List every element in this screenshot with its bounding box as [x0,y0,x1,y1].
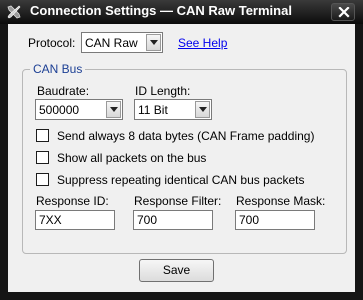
response-id-input[interactable]: 7XX [35,210,115,230]
title-bar[interactable]: Connection Settings — CAN Raw Terminal [0,0,363,24]
chevron-down-icon [199,107,207,112]
close-icon [338,7,350,18]
close-button[interactable] [331,3,355,21]
baudrate-select[interactable]: 500000 [35,99,123,120]
window-title: Connection Settings — CAN Raw Terminal [30,3,292,18]
baudrate-value: 500000 [39,103,80,117]
response-id-label: Response ID: [36,194,109,208]
padding-checkbox[interactable] [36,129,49,142]
chevron-down-icon [110,107,118,112]
can-bus-group-title: CAN Bus [30,62,86,76]
suppress-repeating-checkbox[interactable] [36,173,49,186]
dialog-body: Protocol: CAN Raw See Help CAN Bus Baudr… [8,24,355,292]
dialog-window: Connection Settings — CAN Raw Terminal P… [0,0,363,300]
can-bus-group: CAN Bus Baudrate: 500000 ID Length: 11 B… [22,62,347,254]
response-mask-input[interactable]: 700 [235,210,315,230]
protocol-label: Protocol: [28,36,76,50]
response-filter-label: Response Filter: [134,194,222,208]
response-filter-input[interactable]: 700 [133,210,213,230]
padding-option-label: Send always 8 data bytes (CAN Frame padd… [57,129,315,143]
show-all-packets-checkbox[interactable] [36,151,49,164]
save-button[interactable]: Save [139,259,214,282]
response-mask-label: Response Mask: [236,194,326,208]
show-all-packets-label: Show all packets on the bus [57,151,207,165]
id-length-dropdown-button[interactable] [195,101,210,118]
id-length-value: 11 Bit [138,103,168,117]
chevron-down-icon [150,40,158,45]
baudrate-label: Baudrate: [37,84,90,98]
padding-option[interactable]: Send always 8 data bytes (CAN Frame padd… [36,128,336,144]
baudrate-dropdown-button[interactable] [106,101,121,118]
protocol-dropdown-button[interactable] [146,34,161,51]
suppress-repeating-option[interactable]: Suppress repeating identical CAN bus pac… [36,172,336,188]
id-length-select[interactable]: 11 Bit [134,99,212,120]
see-help-link[interactable]: See Help [178,36,227,50]
protocol-value: CAN Raw [85,36,138,50]
suppress-repeating-label: Suppress repeating identical CAN bus pac… [57,173,305,187]
show-all-packets-option[interactable]: Show all packets on the bus [36,150,336,166]
id-length-label: ID Length: [135,84,191,98]
tools-icon [7,5,21,19]
protocol-select[interactable]: CAN Raw [81,32,163,53]
